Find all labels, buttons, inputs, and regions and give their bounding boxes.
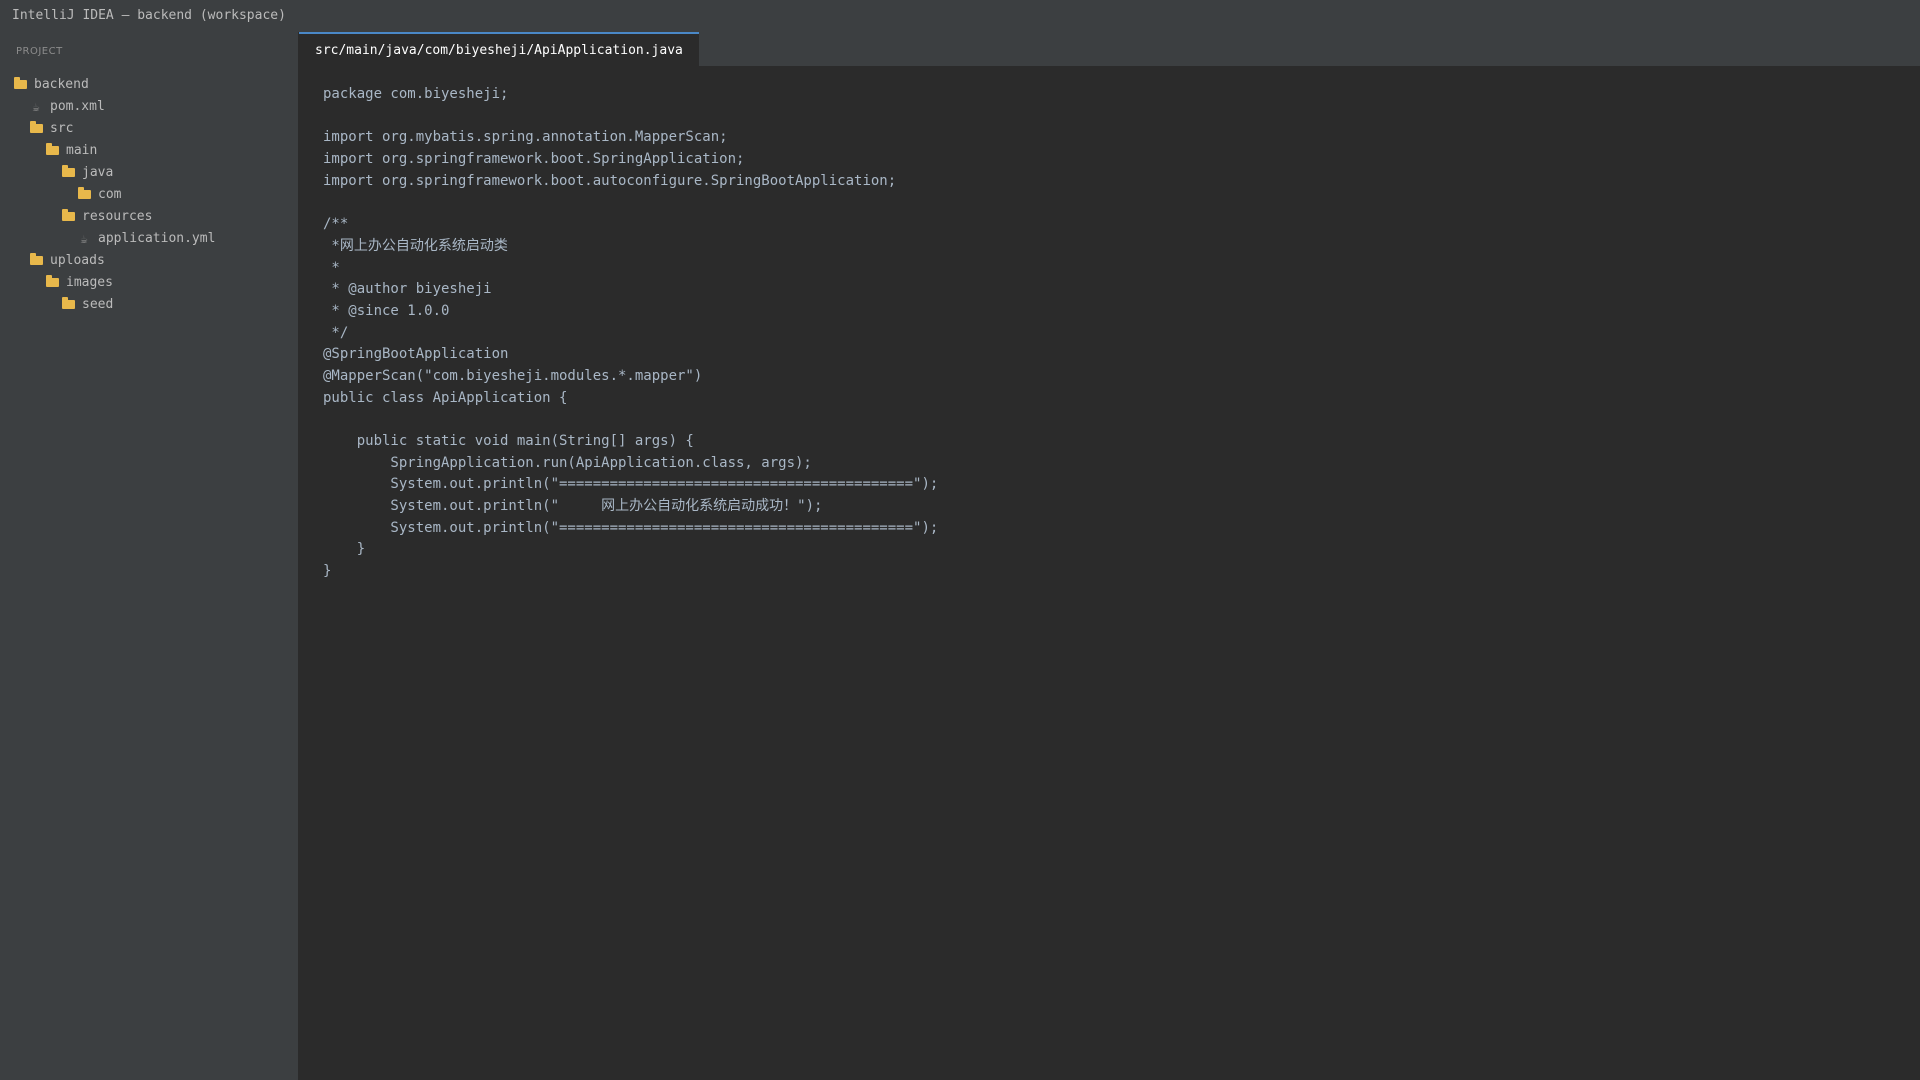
- code-line: *网上办公自动化系统启动类: [323, 237, 508, 254]
- folder-icon: [44, 272, 60, 294]
- code-line: System.out.println("====================…: [323, 519, 939, 536]
- code-line: }: [323, 563, 332, 580]
- tree-folder[interactable]: com: [0, 184, 298, 206]
- folder-icon-shape: [13, 77, 27, 89]
- folder-icon: [12, 74, 28, 96]
- folder-icon-shape: [29, 121, 43, 133]
- tree-item-label: pom.xml: [50, 99, 105, 114]
- code-line: @MapperScan("com.biyesheji.modules.*.map…: [323, 367, 703, 384]
- code-line: public static void main(String[] args) {: [323, 433, 694, 449]
- code-line: SpringApplication.run(ApiApplication.cla…: [323, 454, 812, 471]
- code-line: import org.mybatis.spring.annotation.Map…: [323, 129, 728, 146]
- folder-icon-shape: [45, 275, 59, 287]
- tree-file[interactable]: ☕ application.yml: [0, 228, 298, 250]
- folder-icon-shape: [45, 143, 59, 155]
- tree-file[interactable]: ☕ pom.xml: [0, 96, 298, 118]
- folder-icon: [60, 206, 76, 228]
- code-line: System.out.println(" 网上办公自动化系统启动成功！");: [323, 498, 823, 515]
- folder-icon-shape: [77, 187, 91, 199]
- tree-item-label: application.yml: [98, 231, 216, 246]
- code-line: @SpringBootApplication: [323, 346, 509, 363]
- tree-item-label: main: [66, 143, 98, 158]
- code-line: import org.springframework.boot.SpringAp…: [323, 151, 745, 168]
- tree-folder[interactable]: backend: [0, 74, 298, 96]
- tree-folder[interactable]: seed: [0, 294, 298, 316]
- folder-icon: [44, 140, 60, 162]
- tab-api-application-java[interactable]: src/main/java/com/biyesheji/ApiApplicati…: [299, 32, 699, 66]
- tree-item-label: seed: [82, 297, 114, 312]
- tree-item-label: images: [66, 275, 113, 290]
- tree-item-label: uploads: [50, 253, 105, 268]
- tree-folder[interactable]: images: [0, 272, 298, 294]
- folder-icon: [60, 294, 76, 316]
- project-tree: backend ☕ pom.xml src main java com resources ☕ a…: [0, 74, 298, 316]
- tree-folder[interactable]: main: [0, 140, 298, 162]
- code-line: *: [323, 259, 340, 276]
- code-line: package com.biyesheji;: [323, 86, 509, 102]
- code-line: public class ApiApplication {: [323, 389, 568, 406]
- tree-item-label: backend: [34, 77, 89, 92]
- file-icon: ☕: [80, 232, 88, 246]
- window-title: IntelliJ IDEA — backend (workspace): [0, 0, 1920, 32]
- file-icon: ☕: [32, 100, 40, 114]
- sidebar-header: PROJECT: [16, 46, 63, 57]
- code-line: import org.springframework.boot.autoconf…: [323, 172, 897, 189]
- editor-area: src/main/java/com/biyesheji/ApiApplicati…: [299, 32, 1920, 1080]
- code-line: * @author biyesheji: [323, 281, 492, 298]
- code-line: /**: [323, 216, 349, 233]
- folder-icon-shape: [29, 253, 43, 265]
- folder-icon: [76, 184, 92, 206]
- tree-folder[interactable]: uploads: [0, 250, 298, 272]
- code-line: */: [323, 324, 349, 341]
- code-editor[interactable]: package com.biyesheji; import org.mybatis…: [299, 66, 1920, 583]
- tree-folder[interactable]: java: [0, 162, 298, 184]
- tree-item-label: com: [98, 187, 122, 202]
- code-line: }: [323, 541, 366, 558]
- project-sidebar: PROJECT backend ☕ pom.xml src main java com res…: [0, 32, 299, 1080]
- folder-icon: [28, 118, 44, 140]
- folder-icon: [28, 250, 44, 272]
- tree-item-label: resources: [82, 209, 153, 224]
- tree-item-label: src: [50, 121, 74, 136]
- tree-folder[interactable]: resources: [0, 206, 298, 228]
- tree-folder[interactable]: src: [0, 118, 298, 140]
- code-line: * @since 1.0.0: [323, 302, 450, 319]
- tree-item-label: java: [82, 165, 114, 180]
- folder-icon-shape: [61, 165, 75, 177]
- folder-icon-shape: [61, 297, 75, 309]
- code-line: System.out.println("====================…: [323, 476, 939, 493]
- folder-icon: [60, 162, 76, 184]
- editor-tabbar: src/main/java/com/biyesheji/ApiApplicati…: [299, 32, 1920, 66]
- folder-icon-shape: [61, 209, 75, 221]
